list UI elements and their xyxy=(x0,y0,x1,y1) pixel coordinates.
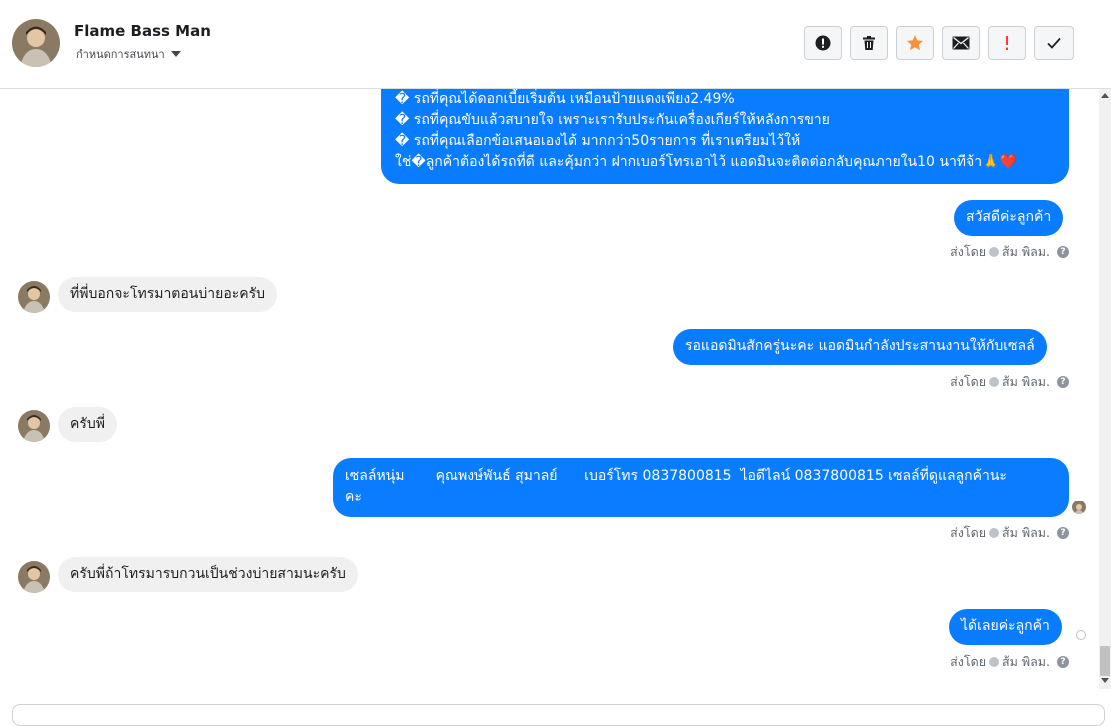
scroll-thumb[interactable] xyxy=(1100,646,1110,676)
caret-down-icon xyxy=(170,51,181,57)
seen-check-icon xyxy=(989,657,1000,667)
contact-avatar-small[interactable] xyxy=(18,410,50,442)
seen-check-icon xyxy=(989,247,1000,257)
scroll-up-arrow-icon[interactable] xyxy=(1101,93,1109,98)
sent-by-prefix: ส่งโดย xyxy=(950,244,987,259)
mark-done-button[interactable] xyxy=(1034,26,1074,60)
header-actions xyxy=(804,26,1074,60)
sent-by-prefix: ส่งโดย xyxy=(950,525,987,540)
contact-avatar-small[interactable] xyxy=(18,281,50,313)
message-thread: � รถที่คุณได้ดอกเบี้ยเริ่มต้น เหมือนป้าย… xyxy=(0,89,1100,701)
message-text: ครับพี่ถ้าโทรมารบกวนเป็นช่วงบ่ายสามนะครั… xyxy=(70,566,346,582)
message-text: ครับพี่ xyxy=(70,416,105,432)
sent-by-info: ส่งโดย ส้ม พิลม. ? xyxy=(950,652,1069,672)
exclamation-icon xyxy=(1006,36,1008,50)
message-line: คะ xyxy=(345,489,362,505)
message-text: ที่พี่บอกจะโทรมาตอนบ่ายอะครับ xyxy=(70,286,266,302)
sent-by-info: ส่งโดย ส้ม พิลม. ? xyxy=(950,372,1069,392)
trash-icon xyxy=(863,36,875,50)
message-text: สวัสดีค่ะลูกค้า xyxy=(966,209,1052,225)
help-icon[interactable]: ? xyxy=(1057,527,1069,539)
follow-up-button[interactable] xyxy=(988,26,1026,60)
sent-by-info: ส่งโดย ส้ม พิลม. ? xyxy=(950,523,1069,543)
message-line: ใช่�ลูกค้าต้องได้รถที่ดี และคุ้มกว่า ฝาก… xyxy=(395,154,1017,170)
thread-scrollbar[interactable] xyxy=(1099,89,1111,689)
message-line: � รถที่คุณได้ดอกเบี้ยเริ่มต้น เหมือนป้าย… xyxy=(395,91,735,107)
sent-by-info: ส่งโดย ส้ม พิลม. ? xyxy=(950,242,1069,262)
sent-by-agent: ส้ม พิลม. xyxy=(1002,244,1050,259)
star-icon xyxy=(907,35,923,51)
help-icon[interactable]: ? xyxy=(1057,376,1069,388)
alert-circle-icon xyxy=(815,35,831,51)
contact-avatar-small[interactable] xyxy=(18,561,50,593)
incoming-message: ที่พี่บอกจะโทรมาตอนบ่ายอะครับ xyxy=(58,277,278,312)
help-icon[interactable]: ? xyxy=(1057,246,1069,258)
read-receipt-avatar xyxy=(1072,500,1086,514)
message-line: � รถที่คุณขับแล้วสบายใจ เพราะเรารับประกั… xyxy=(395,112,830,128)
sent-by-prefix: ส่งโดย xyxy=(950,374,987,389)
outgoing-message: เซลล์หนุ่ม คุณพงษ์พันธ์ สุมาลย์ เบอร์โทร… xyxy=(333,458,1069,517)
incoming-message: ครับพี่ xyxy=(58,407,117,442)
sent-by-agent: ส้ม พิลม. xyxy=(1002,654,1050,669)
reply-composer[interactable] xyxy=(12,704,1105,726)
sent-by-agent: ส้ม พิลม. xyxy=(1002,525,1050,540)
mark-spam-button[interactable] xyxy=(804,26,842,60)
outgoing-message: รอแอดมินสักครู่นะคะ แอดมินกำลังประสานงาน… xyxy=(673,329,1047,365)
star-button[interactable] xyxy=(896,26,934,60)
message-text: ได้เลยค่ะลูกค้า xyxy=(961,618,1050,634)
help-icon[interactable]: ? xyxy=(1057,656,1069,668)
scroll-down-arrow-icon[interactable] xyxy=(1101,678,1109,683)
contact-name: Flame Bass Man xyxy=(74,22,211,40)
mark-unread-button[interactable] xyxy=(942,26,980,60)
envelope-icon xyxy=(952,36,970,50)
seen-check-icon xyxy=(989,377,1000,387)
conversation-header: Flame Bass Man กำหนดการสนทนา xyxy=(0,0,1111,89)
delete-button[interactable] xyxy=(850,26,888,60)
message-text: รอแอดมินสักครู่นะคะ แอดมินกำลังประสานงาน… xyxy=(685,338,1035,354)
outgoing-message: ได้เลยค่ะลูกค้า xyxy=(949,609,1062,645)
sent-status-icon xyxy=(1076,630,1086,640)
seen-check-icon xyxy=(989,528,1000,538)
outgoing-message: � รถที่คุณได้ดอกเบี้ยเริ่มต้น เหมือนป้าย… xyxy=(381,89,1069,184)
message-line: � รถที่คุณเลือกข้อเสนอเองได้ มากกว่า50รา… xyxy=(395,133,801,149)
sent-by-agent: ส้ม พิลม. xyxy=(1002,374,1050,389)
assign-conversation-dropdown[interactable]: กำหนดการสนทนา xyxy=(76,45,181,63)
contact-avatar[interactable] xyxy=(12,19,60,67)
outgoing-message: สวัสดีค่ะลูกค้า xyxy=(954,200,1064,236)
incoming-message: ครับพี่ถ้าโทรมารบกวนเป็นช่วงบ่ายสามนะครั… xyxy=(58,557,358,592)
check-icon xyxy=(1047,37,1061,49)
sent-by-prefix: ส่งโดย xyxy=(950,654,987,669)
message-line: เซลล์หนุ่ม คุณพงษ์พันธ์ สุมาลย์ เบอร์โทร… xyxy=(345,468,1007,484)
assign-label: กำหนดการสนทนา xyxy=(76,48,165,61)
